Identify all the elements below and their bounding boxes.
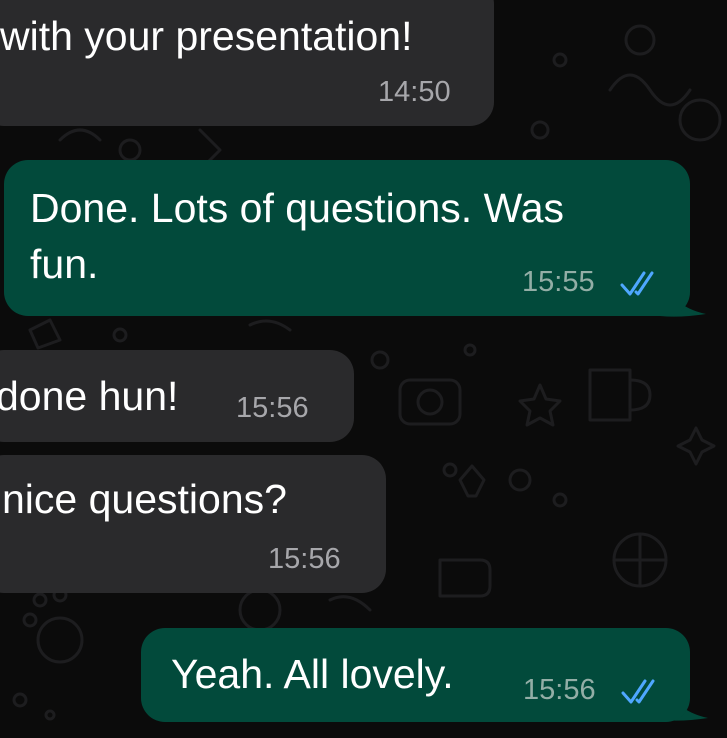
message-timestamp: 14:50 [378, 76, 451, 108]
message-timestamp: 15:55 [522, 266, 595, 298]
message-bubble-incoming[interactable]: with your presentation! 14:50 [0, 0, 494, 126]
chat-conversation: with your presentation! 14:50 Done. Lots… [0, 0, 727, 738]
message-text: with your presentation! [0, 13, 413, 59]
message-bubble-incoming[interactable]: done hun! 15:56 [0, 350, 354, 442]
message-text: fun. [30, 241, 99, 287]
message-text: nice questions? [2, 476, 287, 522]
message-text: done hun! [0, 373, 179, 419]
message-bubble-outgoing[interactable]: Yeah. All lovely. 15:56 [141, 628, 690, 722]
double-check-read-icon [620, 271, 654, 296]
message-bubble-incoming[interactable]: nice questions? 15:56 [0, 455, 386, 593]
message-bubble-outgoing[interactable]: Done. Lots of questions. Was fun. 15:55 [4, 160, 690, 316]
message-text: Yeah. All lovely. [171, 651, 454, 697]
message-timestamp: 15:56 [268, 543, 341, 575]
message-timestamp: 15:56 [236, 392, 309, 424]
message-timestamp: 15:56 [523, 674, 596, 706]
double-check-read-icon [621, 679, 655, 704]
message-text: Done. Lots of questions. Was [30, 185, 565, 231]
